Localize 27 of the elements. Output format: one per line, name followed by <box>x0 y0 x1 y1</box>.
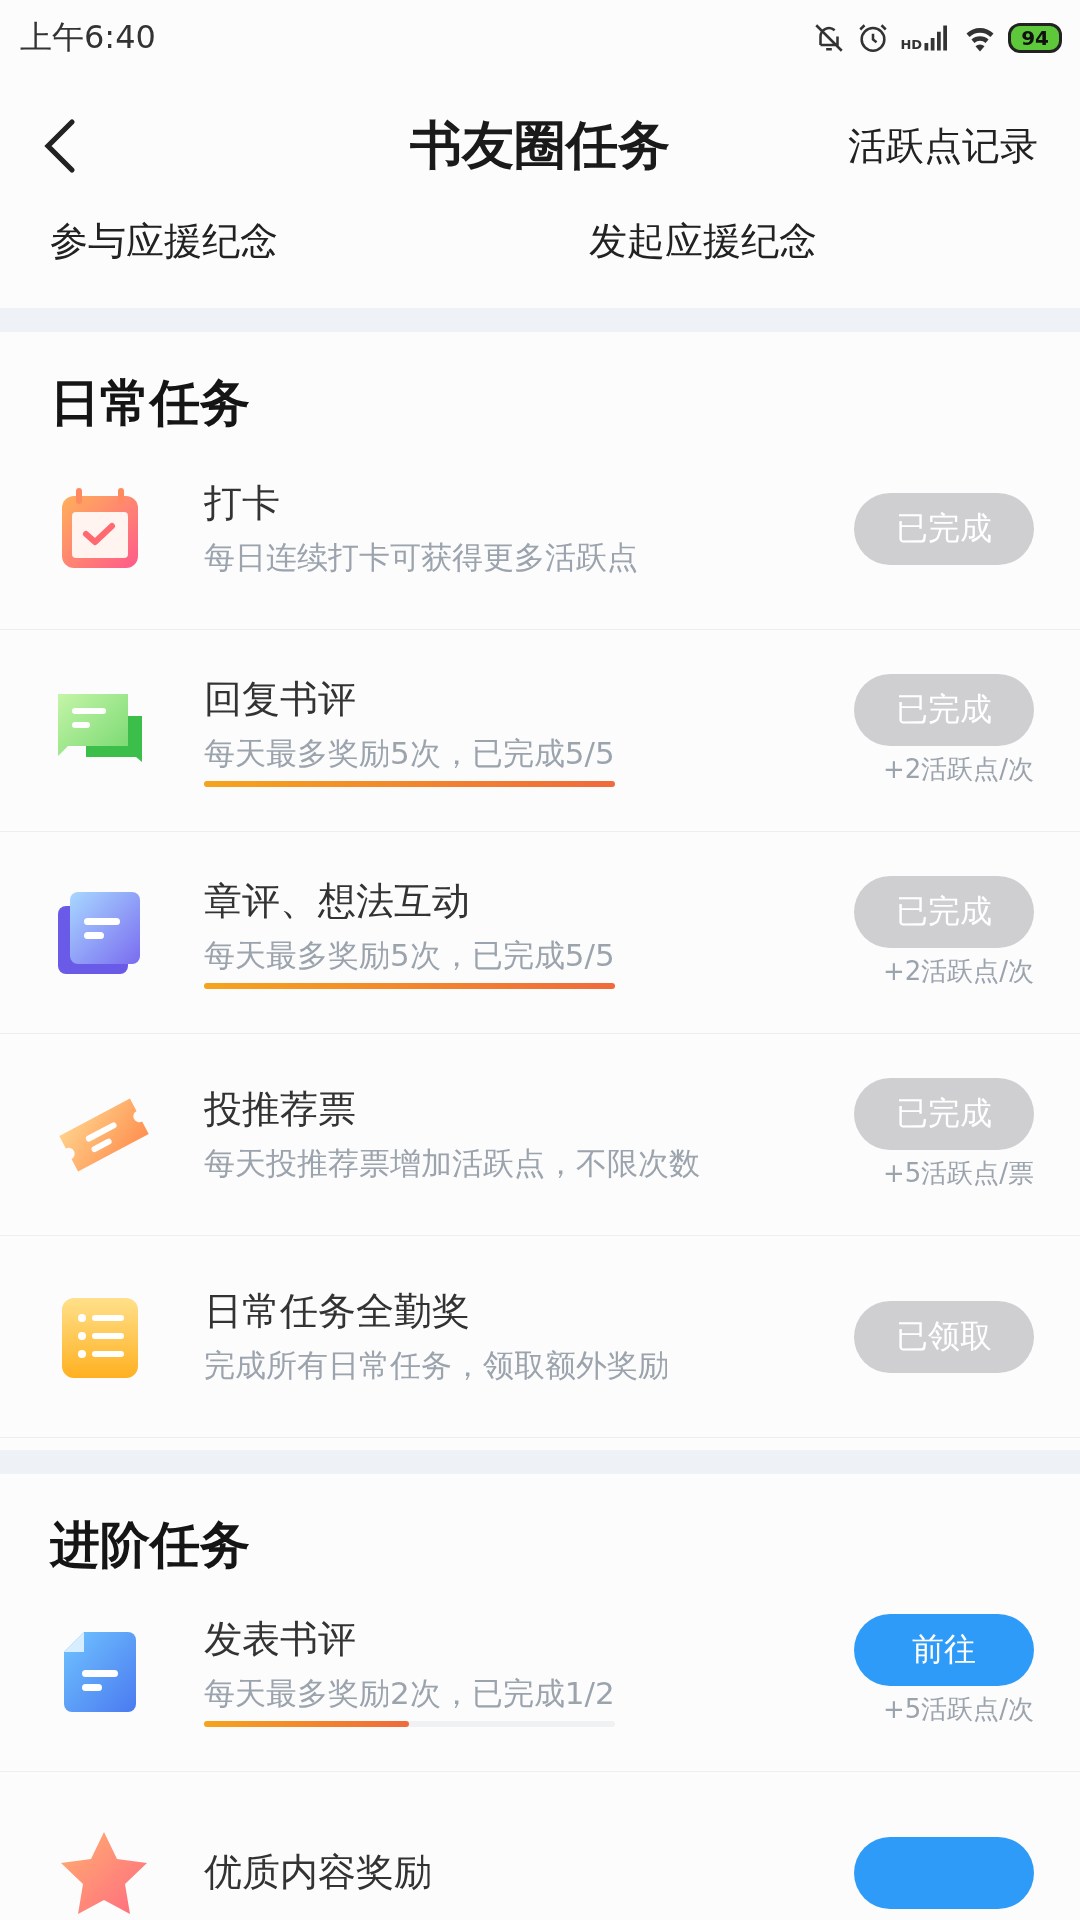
task-title: 章评、想法互动 <box>204 878 471 925</box>
section-title: 进阶任务 <box>48 1514 251 1570</box>
task-title: 回复书评 <box>204 676 357 723</box>
activity-log-link[interactable]: 活跃点记录 <box>848 120 1038 172</box>
reward-text: +5活跃点/票 <box>882 1157 1034 1190</box>
tab[interactable]: 参与应援纪念 <box>0 216 278 267</box>
tab[interactable]: 发起应援纪念 <box>540 216 817 267</box>
task-title: 打卡 <box>204 480 281 527</box>
task-description: 每天最多奖励5次，已完成5/5 <box>204 734 615 773</box>
reward-text: +2活跃点/次 <box>882 955 1034 988</box>
task-title: 投推荐票 <box>204 1086 357 1133</box>
section-title: 日常任务 <box>49 372 251 428</box>
task-button[interactable]: 前往 <box>854 1614 1034 1686</box>
reward-text: +2活跃点/次 <box>882 753 1034 786</box>
task-description: 每天投推荐票增加活跃点，不限次数 <box>204 1144 700 1183</box>
battery-indicator: 94 <box>1008 23 1062 53</box>
network-label: HD <box>900 37 923 52</box>
task-title: 日常任务全勤奖 <box>204 1288 471 1335</box>
task-title: 优质内容奖励 <box>204 1849 433 1896</box>
task-title: 发表书评 <box>204 1616 357 1663</box>
task-description: 每天最多奖励2次，已完成1/2 <box>204 1674 615 1713</box>
task-description: 每日连续打卡可获得更多活跃点 <box>204 538 638 577</box>
task-description: 完成所有日常任务，领取额外奖励 <box>204 1346 669 1385</box>
task-description: 每天最多奖励5次，已完成5/5 <box>204 936 615 975</box>
status-time: 上午6:40 <box>20 17 156 58</box>
page-title: 书友圈任务 <box>410 113 670 177</box>
reward-text: +5活跃点/次 <box>882 1693 1034 1726</box>
